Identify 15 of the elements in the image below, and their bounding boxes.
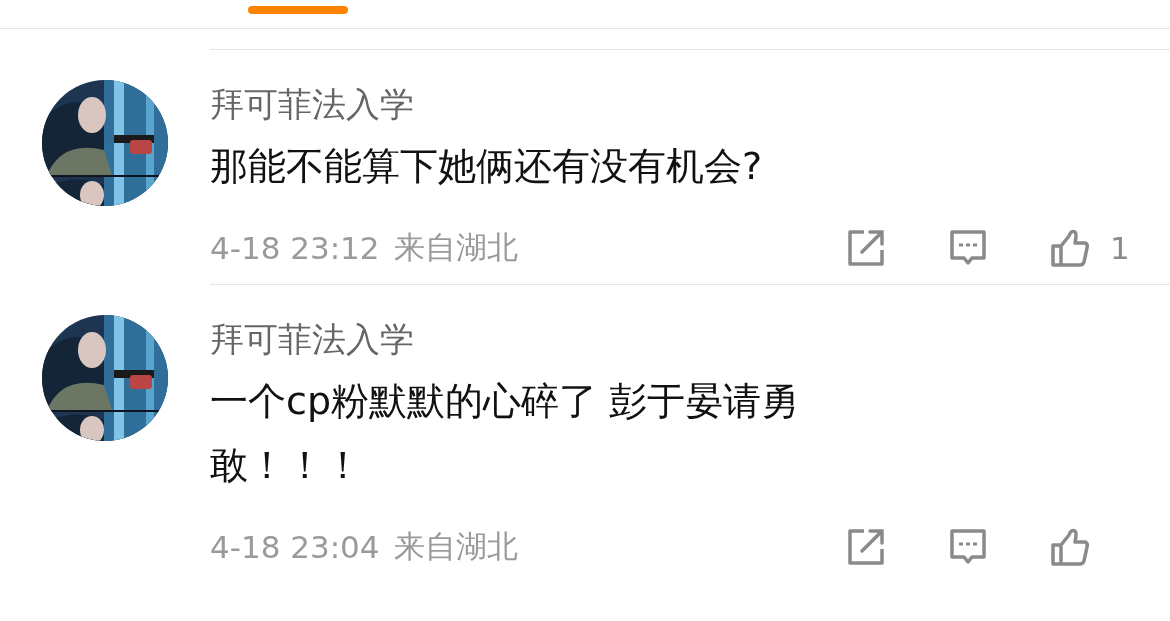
location-label: 来自湖北: [393, 527, 518, 566]
comment-icon[interactable]: [948, 527, 988, 567]
share-icon[interactable]: [846, 527, 886, 567]
comment-icon[interactable]: [948, 228, 988, 268]
thumbs-up-icon[interactable]: [1050, 228, 1090, 268]
location-label: 来自湖北: [393, 228, 518, 267]
username[interactable]: 拜可菲法入学: [210, 315, 414, 363]
comment-text: 一个cp粉默默的心碎了 彭于晏请勇敢！！！: [210, 378, 801, 489]
timestamp: 4-18 23:12: [210, 230, 380, 266]
username[interactable]: 拜可菲法入学: [210, 80, 414, 128]
thumbs-up-icon[interactable]: [1050, 527, 1090, 567]
like-count: 1: [1110, 230, 1130, 266]
share-icon[interactable]: [846, 228, 886, 268]
comment-text: 那能不能算下她俩还有没有机会?: [210, 143, 764, 190]
timestamp: 4-18 23:04: [210, 529, 380, 565]
